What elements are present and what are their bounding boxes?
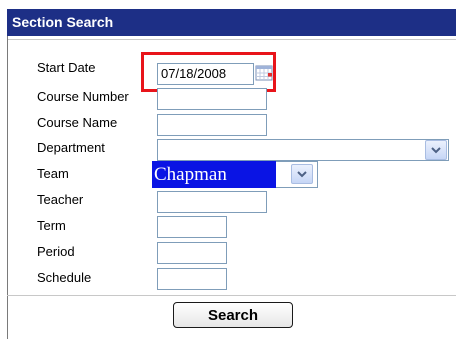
team-select[interactable]: Chapman (152, 161, 276, 188)
term-field[interactable] (157, 216, 227, 238)
search-button[interactable]: Search (173, 302, 293, 328)
divider (7, 295, 456, 296)
team-dropdown-button[interactable] (291, 164, 313, 184)
course-name-field[interactable] (157, 114, 267, 136)
department-select[interactable] (157, 139, 449, 161)
start-date-highlight-box (141, 52, 276, 92)
department-label: Department (37, 140, 105, 155)
term-label: Term (37, 218, 66, 233)
team-label: Team (37, 166, 69, 181)
course-number-label: Course Number (37, 89, 129, 104)
start-date-label: Start Date (37, 60, 96, 75)
chevron-down-icon (431, 147, 441, 154)
teacher-field[interactable] (157, 191, 267, 213)
schedule-field[interactable] (157, 268, 227, 290)
schedule-label: Schedule (37, 270, 92, 285)
title-underline (7, 36, 456, 40)
panel-left-border (7, 36, 8, 339)
course-name-label: Course Name (37, 115, 118, 130)
department-dropdown-button[interactable] (425, 140, 447, 160)
period-field[interactable] (157, 242, 227, 264)
teacher-label: Teacher (37, 192, 84, 207)
course-number-field[interactable] (157, 88, 267, 110)
chevron-down-icon (297, 171, 307, 178)
period-label: Period (37, 244, 75, 259)
panel-title: Section Search (7, 9, 456, 36)
